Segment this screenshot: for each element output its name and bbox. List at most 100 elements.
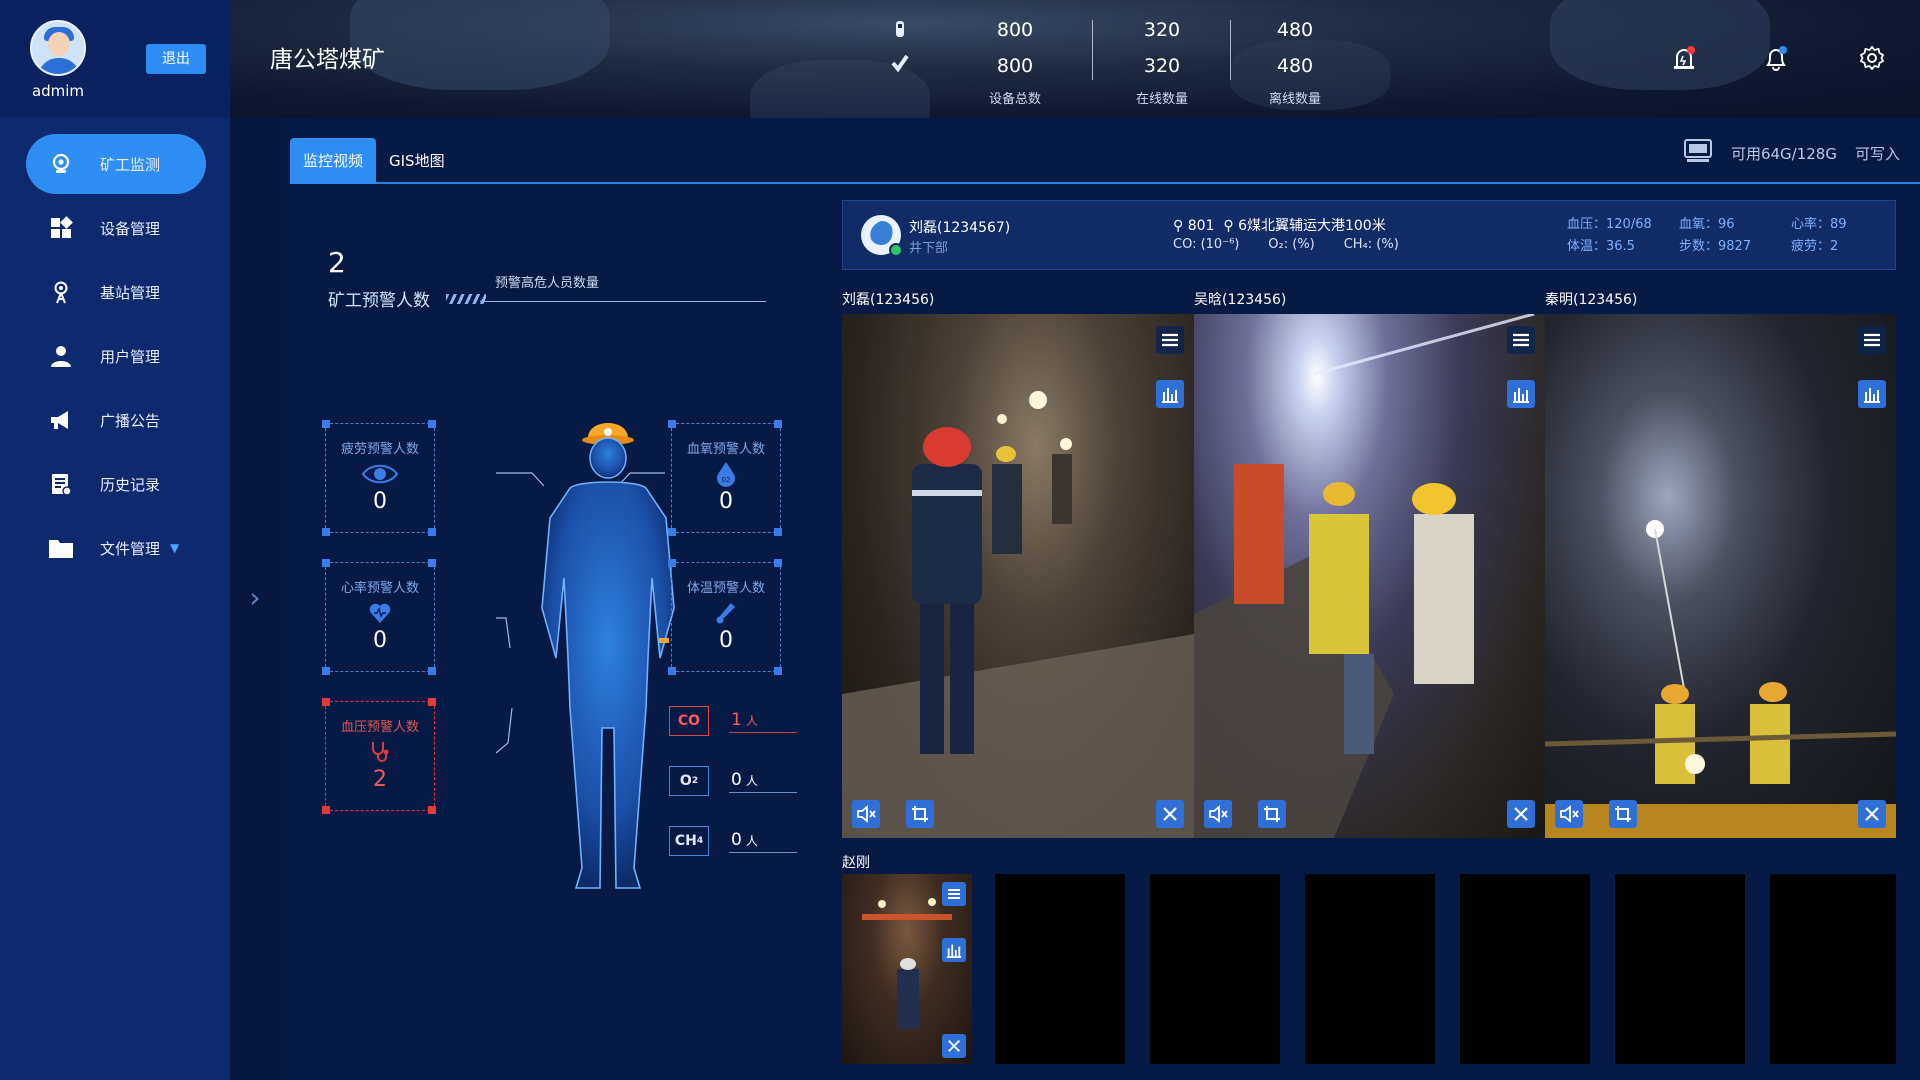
svg-text:02: 02 xyxy=(722,476,731,484)
close-icon[interactable] xyxy=(942,1034,966,1058)
camera-icon xyxy=(48,151,74,177)
stat-offline-top: 480 xyxy=(1276,19,1314,41)
tab-monitor-video[interactable]: 监控视频 xyxy=(290,138,377,184)
miner-avatar[interactable] xyxy=(861,215,903,257)
user-icon xyxy=(48,343,74,369)
thermometer-icon xyxy=(672,600,780,626)
location-name: 6煤北翼辅运大港100米 xyxy=(1238,218,1386,234)
tab-gis-map[interactable]: GIS地图 xyxy=(376,138,458,184)
mute-icon[interactable] xyxy=(852,800,880,828)
temperature-warning-box[interactable]: 体温预警人数 0 xyxy=(668,559,781,675)
menu-icon[interactable] xyxy=(942,882,966,906)
o2-tag: O2 xyxy=(669,766,709,796)
sidebar: admim 退出 矿工监测 设备管理 基站管理 用户管理 广播公告 历史记录 文… xyxy=(0,0,230,1080)
chevron-down-icon[interactable]: ▼ xyxy=(170,541,179,555)
stat-total-bottom: 800 xyxy=(996,55,1034,77)
bar-chart-icon[interactable] xyxy=(1507,380,1535,408)
crop-icon[interactable] xyxy=(906,800,934,828)
crop-icon[interactable] xyxy=(1609,800,1637,828)
blood-oxygen-warning-title: 血氧预警人数 xyxy=(686,442,765,457)
empty-thumbnail-slot[interactable] xyxy=(995,874,1125,1064)
temperature-warning-title: 体温预警人数 xyxy=(686,581,765,596)
fatigue-warning-title: 疲劳预警人数 xyxy=(340,442,419,457)
sidebar-item-base-station[interactable]: 基站管理 xyxy=(0,262,230,322)
close-icon[interactable] xyxy=(1507,800,1535,828)
logout-button[interactable]: 退出 xyxy=(146,44,206,74)
warning-sub-label: 预警高危人员数量 xyxy=(495,276,600,291)
stat-total-top: 800 xyxy=(996,19,1034,41)
heart-rate-warning-box[interactable]: 心率预警人数 0 xyxy=(322,559,435,675)
close-icon[interactable] xyxy=(1156,800,1184,828)
empty-thumbnail-slot[interactable] xyxy=(1150,874,1280,1064)
empty-thumbnail-slot[interactable] xyxy=(1615,874,1745,1064)
mute-icon[interactable] xyxy=(1204,800,1232,828)
sidebar-item-history[interactable]: 历史记录 xyxy=(0,454,230,514)
folder-icon xyxy=(48,535,74,561)
empty-thumbnail-slot[interactable] xyxy=(1460,874,1590,1064)
avatar[interactable] xyxy=(30,20,86,76)
blood-oxygen-warning-box[interactable]: 血氧预警人数 02 0 xyxy=(668,420,781,536)
top-header: 唐公塔煤矿 800 800 设备总数 320 320 在线数量 480 480 … xyxy=(230,0,1920,118)
stat-offline: 480 480 离线数量 xyxy=(1235,14,1355,107)
stat-offline-label: 离线数量 xyxy=(1268,92,1321,107)
blood-pressure-warning-count: 2 xyxy=(373,767,387,792)
stat-offline-bottom: 480 xyxy=(1276,55,1314,77)
sidebar-item-files[interactable]: 文件管理 ▼ xyxy=(0,518,230,578)
helmet-check-icon xyxy=(890,54,910,74)
vital-blood-pressure: 血压：120/68 xyxy=(1567,217,1652,232)
menu-icon[interactable] xyxy=(1507,326,1535,354)
decorative-stripes xyxy=(446,294,486,304)
stat-online-top: 320 xyxy=(1143,19,1181,41)
sidebar-item-label: 设备管理 xyxy=(100,219,161,238)
fatigue-warning-box[interactable]: 疲劳预警人数 0 xyxy=(322,420,435,536)
menu-icon[interactable] xyxy=(1858,326,1886,354)
blood-pressure-warning-box[interactable]: 血压预警人数 2 xyxy=(322,698,435,814)
thumbnail-label: 赵刚 xyxy=(842,855,870,871)
sidebar-item-user-management[interactable]: 用户管理 xyxy=(0,326,230,386)
ch4-row: CH 4 0人 xyxy=(669,824,797,858)
camera-feed-3[interactable] xyxy=(1545,314,1896,838)
ch4-tag: CH 4 xyxy=(669,826,709,856)
bar-chart-icon[interactable] xyxy=(942,938,966,962)
camera-feed-1[interactable] xyxy=(842,314,1194,838)
miner-name: 刘磊(1234567) xyxy=(909,220,1011,236)
stethoscope-icon xyxy=(326,739,434,765)
mine-tunnel-scene xyxy=(1194,314,1535,838)
divider xyxy=(480,301,766,302)
ch4-reading: CH₄: (%) xyxy=(1343,237,1399,252)
sidebar-item-label: 用户管理 xyxy=(100,347,161,366)
o2-reading: O₂: (%) xyxy=(1268,237,1315,252)
empty-thumbnail-slot[interactable] xyxy=(1305,874,1435,1064)
bar-chart-icon[interactable] xyxy=(1156,380,1184,408)
close-icon[interactable] xyxy=(1858,800,1886,828)
menu-icon[interactable] xyxy=(1156,326,1184,354)
mute-icon[interactable] xyxy=(1555,800,1583,828)
location-pin-icon: ⚲ xyxy=(1173,218,1184,234)
thumbnail-feed-1[interactable] xyxy=(842,874,972,1064)
sidebar-item-miner-monitor[interactable]: 矿工监测 xyxy=(26,134,206,194)
sidebar-item-device-management[interactable]: 设备管理 xyxy=(0,198,230,258)
online-status-icon xyxy=(889,243,903,257)
bell-icon[interactable] xyxy=(1762,44,1790,72)
crop-icon[interactable] xyxy=(1258,800,1286,828)
mine-tunnel-scene xyxy=(842,391,1194,838)
device-stats: 800 800 设备总数 320 320 在线数量 480 480 离线数量 xyxy=(860,14,1560,110)
stat-total: 800 800 设备总数 xyxy=(955,14,1075,107)
gear-icon[interactable] xyxy=(1858,44,1886,72)
vital-steps: 步数：9827 xyxy=(1679,239,1752,254)
location-pin-icon: ⚲ xyxy=(1223,218,1234,234)
mine-tunnel-scene xyxy=(1545,520,1896,838)
alarm-icon[interactable] xyxy=(1670,44,1698,72)
station-number: 801 xyxy=(1187,218,1215,234)
miner-vitals: 血压：120/68 血氧：96 心率：89 体温：36.5 步数：9827 疲劳：2 xyxy=(1567,213,1903,257)
empty-thumbnail-slot[interactable] xyxy=(1770,874,1896,1064)
ch4-value: 0人 xyxy=(729,830,797,853)
main-content: 监控视频 GIS地图 可用64G/128G 可写入 2 矿工预警人数 预警高危人… xyxy=(280,118,1920,1080)
device-icon xyxy=(890,20,910,40)
miner-location: ⚲ 801 ⚲ 6煤北翼辅运大港100米 xyxy=(1173,215,1386,235)
sidebar-collapse-arrow-icon[interactable]: › xyxy=(244,583,266,613)
sidebar-item-broadcast[interactable]: 广播公告 xyxy=(0,390,230,450)
bar-chart-icon[interactable] xyxy=(1858,380,1886,408)
camera-label: 秦明(123456) xyxy=(1545,292,1638,308)
camera-feed-2[interactable] xyxy=(1194,314,1545,838)
